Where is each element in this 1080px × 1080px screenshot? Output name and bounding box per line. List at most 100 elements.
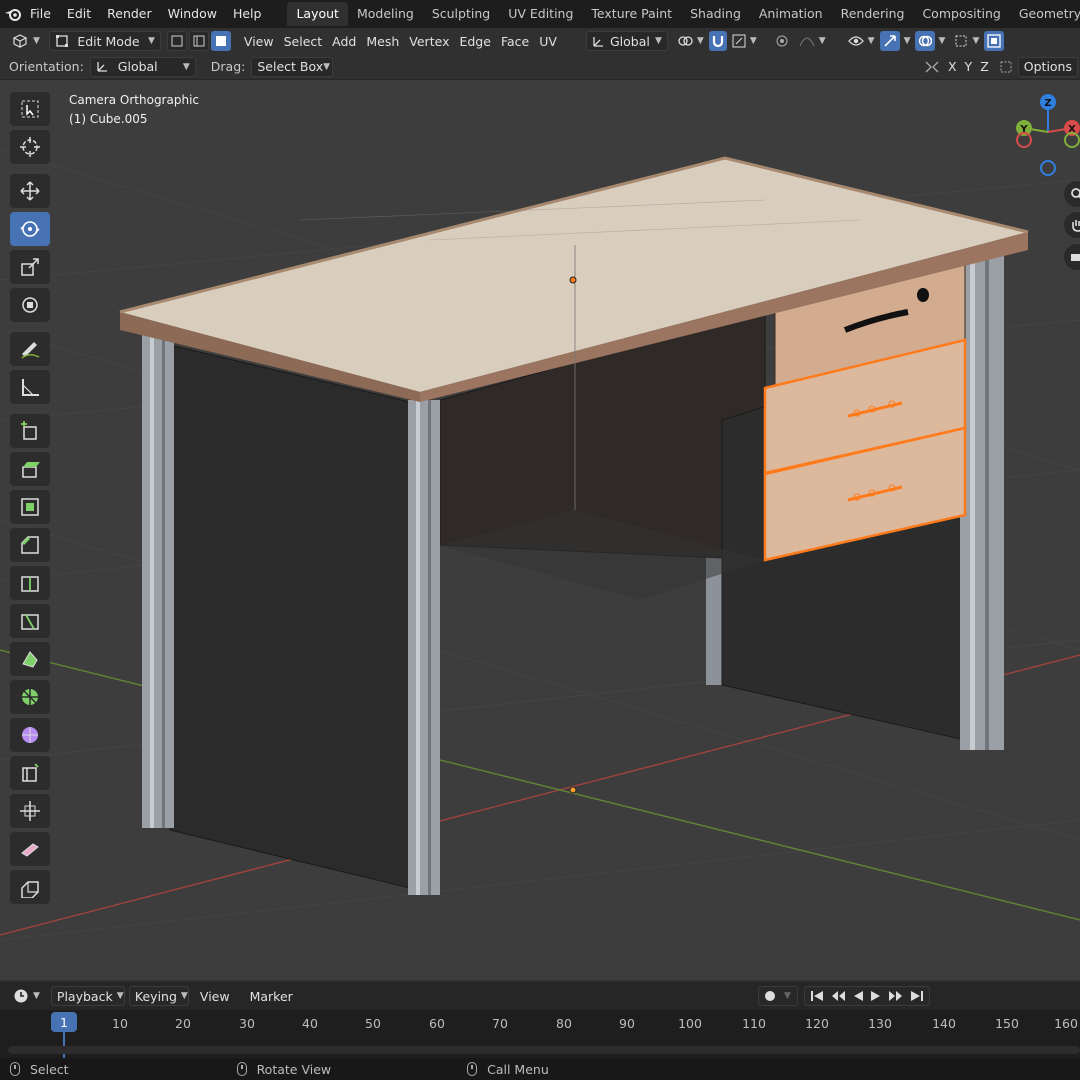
edge-select-button[interactable] (188, 31, 209, 51)
menu-vertex[interactable]: Vertex (404, 31, 454, 51)
tab-compositing[interactable]: Compositing (913, 2, 1009, 26)
auto-keying-toggle[interactable]: ▼ (758, 986, 798, 1006)
menu-uv[interactable]: UV (534, 31, 562, 51)
cursor-tool[interactable] (10, 130, 50, 164)
inset-faces-tool[interactable] (10, 490, 50, 524)
world-origin-point (569, 786, 577, 794)
add-cube-tool[interactable] (10, 414, 50, 448)
timeline-scrollbar[interactable] (8, 1046, 1080, 1054)
auto-merge-button[interactable] (994, 57, 1018, 77)
xray-toggle[interactable] (984, 31, 1005, 51)
menu-render[interactable]: Render (99, 0, 160, 28)
visibility-dropdown[interactable]: ▼ (843, 31, 880, 51)
mirror-x-toggle[interactable]: X (948, 59, 957, 74)
menu-edge[interactable]: Edge (454, 31, 495, 51)
eye-icon (847, 36, 864, 46)
tab-sculpting[interactable]: Sculpting (423, 2, 499, 26)
snap-toggle[interactable] (708, 31, 727, 51)
hand-icon (1072, 220, 1080, 232)
menu-edit[interactable]: Edit (59, 0, 99, 28)
tab-animation[interactable]: Animation (750, 2, 832, 26)
annotate-tool[interactable] (10, 332, 50, 366)
navigation-gizmo[interactable]: Z Y X (1000, 88, 1080, 188)
menu-add[interactable]: Add (327, 31, 361, 51)
transform-orientation-dropdown[interactable]: Global ▼ (585, 31, 668, 51)
face-select-button[interactable] (210, 31, 231, 51)
orientation-dropdown[interactable]: Global ▼ (89, 56, 196, 77)
smooth-tool[interactable] (10, 718, 50, 752)
transform-icon (22, 297, 38, 313)
playhead[interactable] (63, 1032, 65, 1058)
vertex-select-button[interactable] (166, 31, 187, 51)
rip-region-tool[interactable] (10, 870, 50, 904)
rotate-tool[interactable] (10, 212, 50, 246)
bevel-tool[interactable] (10, 528, 50, 562)
left-side-panel (169, 344, 411, 889)
blender-logo-icon[interactable] (4, 0, 22, 28)
scale-tool[interactable] (10, 250, 50, 284)
tab-modeling[interactable]: Modeling (348, 2, 423, 26)
tab-uv-editing[interactable]: UV Editing (499, 2, 582, 26)
drag-dropdown[interactable]: Select Box ▼ (251, 56, 334, 77)
editor-type-button[interactable]: ▼ (8, 31, 45, 51)
transform-tool[interactable] (10, 288, 50, 322)
current-frame-indicator[interactable]: 1 (51, 1012, 77, 1032)
mirror-z-toggle[interactable]: Z (980, 59, 989, 74)
gizmo-neg-z-axis[interactable] (1040, 160, 1056, 176)
play-icon[interactable] (870, 990, 882, 1002)
proportional-falloff-button[interactable]: ▼ (794, 31, 831, 51)
face-select-icon (215, 36, 226, 46)
menu-face[interactable]: Face (496, 31, 534, 51)
timeline-marker-menu[interactable]: Marker (245, 986, 298, 1006)
play-reverse-icon[interactable] (852, 990, 864, 1002)
extrude-icon (22, 462, 40, 478)
vertex-select-icon (171, 35, 183, 47)
tab-rendering[interactable]: Rendering (832, 2, 914, 26)
menu-file[interactable]: File (22, 0, 59, 28)
menu-help[interactable]: Help (225, 0, 270, 28)
gizmo-toggle[interactable] (879, 31, 900, 51)
mesh-edit-overlays-button[interactable]: ▼ (949, 31, 984, 51)
tab-shading[interactable]: Shading (681, 2, 750, 26)
menu-select[interactable]: Select (279, 31, 328, 51)
timeline-area[interactable]: 1 10 20 30 40 50 60 70 80 90 100 110 120… (0, 1010, 1080, 1058)
timeline-editor-type-button[interactable]: ▼ (8, 986, 45, 1006)
menu-window[interactable]: Window (160, 0, 225, 28)
object-name: (1) Cube.005 (69, 112, 148, 126)
spin-tool[interactable] (10, 680, 50, 714)
pivot-point-button[interactable]: ▼ (672, 31, 709, 51)
keying-dropdown[interactable]: Keying ▼ (128, 986, 189, 1006)
edge-slide-tool[interactable] (10, 756, 50, 790)
gizmo-dropdown-icon[interactable]: ▼ (904, 36, 911, 46)
overlays-dropdown-icon[interactable]: ▼ (939, 36, 946, 46)
shrink-fatten-tool[interactable] (10, 794, 50, 828)
jump-end-icon[interactable] (910, 990, 924, 1002)
move-tool[interactable] (10, 174, 50, 208)
tab-layout[interactable]: Layout (287, 2, 348, 26)
snap-target-button[interactable]: ▼ (727, 31, 762, 51)
next-keyframe-icon[interactable] (888, 990, 904, 1002)
select-box-tool[interactable] (10, 92, 50, 126)
options-dropdown[interactable]: Options (1017, 56, 1078, 77)
tab-geometry-nodes[interactable]: Geometry Nodes (1010, 2, 1080, 26)
front-right-leg (960, 255, 1004, 750)
loop-cut-tool[interactable] (10, 566, 50, 600)
prev-keyframe-icon[interactable] (830, 990, 846, 1002)
workspace-tabs: Layout Modeling Sculpting UV Editing Tex… (287, 0, 1080, 28)
timeline-view-menu[interactable]: View (195, 986, 235, 1006)
jump-start-icon[interactable] (810, 990, 824, 1002)
tab-texture-paint[interactable]: Texture Paint (582, 2, 681, 26)
playback-dropdown[interactable]: Playback ▼ (50, 986, 125, 1006)
extrude-region-tool[interactable] (10, 452, 50, 486)
shear-tool[interactable] (10, 832, 50, 866)
proportional-editing-toggle[interactable] (770, 31, 794, 51)
menu-view[interactable]: View (239, 31, 279, 51)
measure-tool[interactable] (10, 370, 50, 404)
menu-mesh[interactable]: Mesh (361, 31, 404, 51)
overlays-toggle[interactable] (914, 31, 935, 51)
3d-viewport[interactable]: Camera Orthographic (1) Cube.005 (0, 80, 1080, 980)
poly-build-tool[interactable] (10, 642, 50, 676)
knife-tool[interactable] (10, 604, 50, 638)
mirror-y-toggle[interactable]: Y (965, 59, 973, 74)
mode-dropdown[interactable]: Edit Mode ▼ (48, 31, 161, 51)
